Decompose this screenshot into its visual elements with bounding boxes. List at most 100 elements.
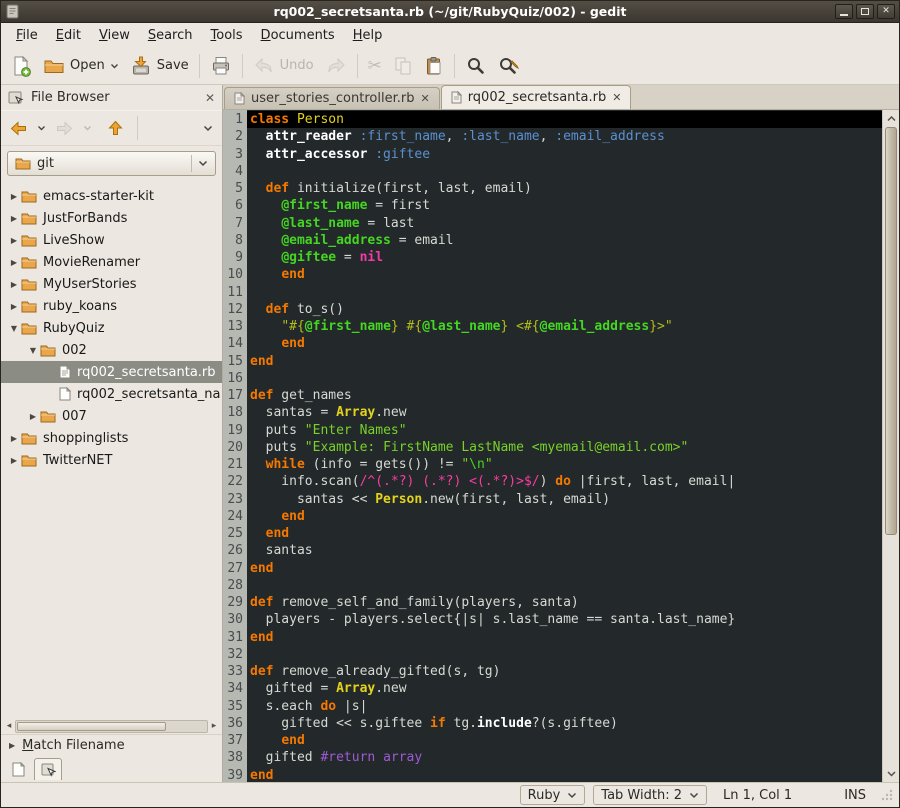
- expander-collapsed-icon[interactable]: ▶: [7, 192, 21, 201]
- line-number: 17: [223, 387, 243, 404]
- tab-width-combobox[interactable]: Tab Width: 2: [593, 785, 707, 805]
- line-number: 27: [223, 560, 243, 577]
- replace-button[interactable]: [492, 52, 525, 80]
- code-line: gifted = Array.new: [247, 680, 882, 697]
- tab-close-icon[interactable]: ✕: [612, 91, 621, 104]
- cut-button[interactable]: ✂: [363, 52, 387, 80]
- expander-collapsed-icon[interactable]: ▶: [7, 258, 21, 267]
- scroll-up-arrow-icon[interactable]: [883, 110, 899, 127]
- line-number: 12: [223, 301, 243, 318]
- tree-item-rubyquiz[interactable]: ▼RubyQuiz: [1, 317, 222, 339]
- editor[interactable]: 1234567891011121314151617181920212223242…: [223, 110, 899, 782]
- line-number: 6: [223, 197, 243, 214]
- location-combobox[interactable]: git: [7, 151, 216, 176]
- expander-expanded-icon[interactable]: ▼: [26, 346, 40, 355]
- menu-tools[interactable]: Tools: [202, 25, 252, 46]
- up-button[interactable]: [104, 116, 127, 140]
- tree-item-liveshow[interactable]: ▶LiveShow: [1, 229, 222, 251]
- menu-file[interactable]: File: [7, 25, 47, 46]
- tab-label: rq002_secretsanta.rb: [468, 90, 607, 105]
- tab-close-icon[interactable]: ✕: [420, 92, 429, 105]
- tree-item-justforbands[interactable]: ▶JustForBands: [1, 207, 222, 229]
- tree-item-shoppinglists[interactable]: ▶ shoppinglists: [1, 427, 222, 449]
- code-line: santas: [247, 542, 882, 559]
- save-button[interactable]: Save: [125, 51, 194, 80]
- open-button[interactable]: Open: [38, 52, 124, 80]
- back-dropdown-chevron-icon[interactable]: [33, 121, 50, 135]
- scroll-left-arrow-icon[interactable]: ◂: [3, 719, 15, 734]
- scrollbar-thumb[interactable]: [885, 127, 897, 535]
- back-button[interactable]: [6, 117, 31, 140]
- menu-documents[interactable]: Documents: [252, 25, 344, 46]
- expander-collapsed-icon[interactable]: ▶: [7, 280, 21, 289]
- find-button[interactable]: [460, 52, 491, 80]
- titlebar[interactable]: rq002_secretsanta.rb (~/git/RubyQuiz/002…: [1, 1, 899, 23]
- tree-item-002[interactable]: ▼002: [1, 339, 222, 361]
- search-icon: [465, 56, 486, 76]
- scroll-down-arrow-icon[interactable]: [883, 765, 899, 782]
- scroll-right-arrow-icon[interactable]: ▸: [208, 719, 220, 734]
- redo-button[interactable]: [320, 53, 352, 79]
- new-document-button[interactable]: [5, 51, 37, 81]
- tree-horizontal-scrollbar[interactable]: ◂ ▸: [3, 719, 220, 734]
- expander-collapsed-icon[interactable]: ▶: [26, 412, 40, 421]
- code-line: attr_reader :first_name, :last_name, :em…: [247, 128, 882, 145]
- expander-collapsed-icon[interactable]: ▶: [7, 456, 21, 465]
- copy-button[interactable]: [388, 52, 418, 80]
- print-button[interactable]: [205, 51, 237, 80]
- forward-button[interactable]: [52, 117, 77, 140]
- close-button[interactable]: ✕: [877, 4, 895, 19]
- tree-item-myuserstories[interactable]: ▶MyUserStories: [1, 273, 222, 295]
- menu-view[interactable]: View: [90, 25, 139, 46]
- file-browser-panel-tab[interactable]: [34, 758, 62, 780]
- expander-expanded-icon[interactable]: ▼: [7, 324, 21, 333]
- maximize-button[interactable]: [856, 4, 874, 19]
- expander-collapsed-icon[interactable]: ▶: [7, 214, 21, 223]
- documents-panel-tab[interactable]: [4, 758, 32, 780]
- menu-edit[interactable]: Edit: [47, 25, 90, 46]
- scrollbar-trough[interactable]: [885, 127, 897, 765]
- menu-search[interactable]: Search: [139, 25, 202, 46]
- open-label: Open: [70, 58, 105, 73]
- search-replace-icon: [497, 56, 520, 76]
- code-line: end: [247, 629, 882, 646]
- tree-item-rq002-secretsanta-na[interactable]: rq002_secretsanta_na: [1, 383, 222, 405]
- language-combobox[interactable]: Ruby: [520, 785, 586, 805]
- statusbar: Ruby Tab Width: 2 Ln 1, Col 1 INS: [1, 782, 899, 807]
- nav-overflow-chevron-icon[interactable]: [199, 121, 217, 136]
- tree-item-movierenamer[interactable]: ▶MovieRenamer: [1, 251, 222, 273]
- tree-item-ruby-koans[interactable]: ▶ ruby_koans: [1, 295, 222, 317]
- code-view[interactable]: class Person attr_reader :first_name, :l…: [247, 110, 882, 782]
- line-number: 10: [223, 266, 243, 283]
- tree-item-twitternet[interactable]: ▶TwitterNET: [1, 449, 222, 471]
- scrollbar-trough[interactable]: [15, 720, 208, 733]
- undo-button[interactable]: Undo: [248, 53, 319, 79]
- paste-icon: [424, 56, 444, 76]
- minimize-button[interactable]: [835, 4, 853, 19]
- expander-collapsed-icon[interactable]: ▶: [7, 434, 21, 443]
- expander-collapsed-icon[interactable]: ▶: [7, 236, 21, 245]
- nav-separator: [137, 116, 138, 140]
- tree-item-label: shoppinglists: [43, 431, 128, 446]
- menu-help[interactable]: Help: [344, 25, 392, 46]
- match-filename-label: Match Filename: [22, 738, 124, 753]
- tree-item-emacs-starter-kit[interactable]: ▶emacs-starter-kit: [1, 185, 222, 207]
- paste-button[interactable]: [419, 52, 449, 80]
- line-number: 5: [223, 180, 243, 197]
- line-number: 19: [223, 422, 243, 439]
- location-value: git: [37, 156, 54, 171]
- panel-close-button[interactable]: ✕: [205, 91, 215, 105]
- scrollbar-thumb[interactable]: [17, 722, 166, 731]
- tab-user-stories-controller-rb[interactable]: user_stories_controller.rb✕: [224, 87, 440, 109]
- line-number: 7: [223, 215, 243, 232]
- tree-item-007[interactable]: ▶007: [1, 405, 222, 427]
- forward-dropdown-chevron-icon[interactable]: [79, 121, 96, 135]
- tree-item-label: ruby_koans: [43, 299, 117, 314]
- editor-vertical-scrollbar[interactable]: [882, 110, 899, 782]
- tree-item-rq002-secretsanta-rb[interactable]: rq002_secretsanta.rb: [1, 361, 222, 383]
- tab-rq002-secretsanta-rb[interactable]: rq002_secretsanta.rb ✕: [441, 85, 632, 109]
- expander-collapsed-icon[interactable]: ▶: [7, 302, 21, 311]
- resize-grip[interactable]: [880, 788, 894, 802]
- panel-title: File Browser: [31, 90, 110, 105]
- match-filename-expander[interactable]: ▶ Match Filename: [1, 734, 222, 756]
